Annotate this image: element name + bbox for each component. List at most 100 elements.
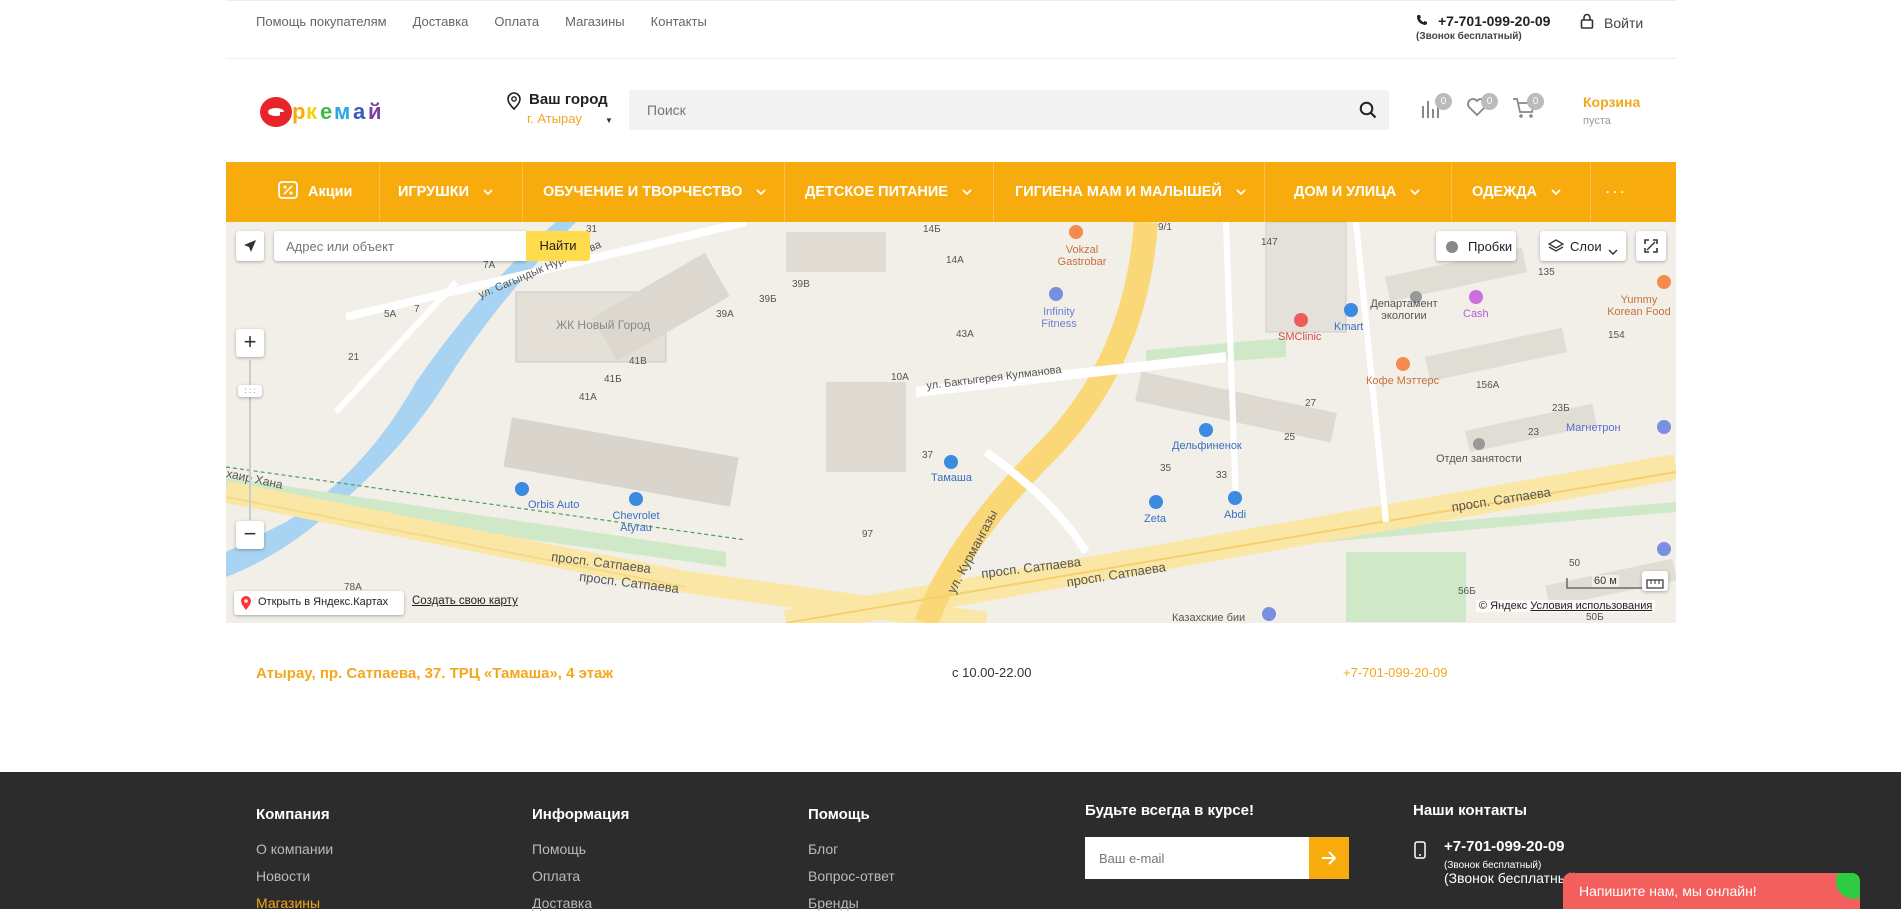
svg-text:к: к	[306, 99, 318, 124]
poi-label-kazakhskie[interactable]: Казахские бии	[1172, 612, 1245, 623]
city-value[interactable]: г. Атырау	[527, 111, 608, 126]
footer-heading: Будьте всегда в курсе!	[1085, 802, 1254, 819]
poi-label-tamasha[interactable]: Тамаша	[931, 472, 972, 484]
traffic-label: Пробки	[1468, 239, 1513, 254]
store-hours: с 10.00-22.00	[952, 665, 1032, 680]
nav-item-promo[interactable]: Акции	[278, 162, 352, 222]
favorites-button[interactable]: 0	[1466, 93, 1498, 122]
compare-icon	[1420, 101, 1442, 124]
city-label: Ваш город	[529, 91, 608, 108]
footer-phone[interactable]: +7-701-099-20-09	[1444, 838, 1565, 855]
footer-link-payment[interactable]: Оплата	[532, 868, 629, 884]
footer-link-about[interactable]: О компании	[256, 841, 333, 857]
footer-link-news[interactable]: Новости	[256, 868, 333, 884]
nav-more-button[interactable]: · · ·	[1606, 162, 1625, 222]
nav-divider	[379, 162, 380, 222]
footer-link-blog[interactable]: Блог	[808, 841, 895, 857]
house-number: 9/1	[1158, 222, 1172, 233]
store-map[interactable]: ЖК Новый Город ул. Сагындык Нургалиева у…	[226, 222, 1676, 623]
poi-label-chevrolet[interactable]: Chevrolet Atyrau	[606, 510, 666, 534]
nav-item-baby-food[interactable]: ДЕТСКОЕ ПИТАНИЕ	[805, 162, 972, 222]
footer-company: Компания О компании Новости Магазины	[256, 806, 333, 922]
chevron-down-icon	[1236, 187, 1246, 198]
cart-button[interactable]: 0	[1512, 93, 1544, 122]
poi-label-zeta[interactable]: Zeta	[1144, 513, 1166, 525]
subscribe-submit-button[interactable]	[1309, 837, 1349, 879]
map-terms-link[interactable]: Условия использования	[1530, 600, 1652, 612]
footer-link-faq[interactable]: Вопрос-ответ	[808, 868, 895, 884]
compare-button[interactable]: 0	[1420, 93, 1452, 124]
map-layers-button[interactable]: Слои	[1540, 231, 1626, 261]
site-logo[interactable]: р к е м а й	[258, 86, 388, 132]
chevron-down-icon: ▼	[605, 116, 613, 125]
link-help[interactable]: Помощь покупателям	[256, 14, 387, 29]
map-address-input[interactable]	[274, 231, 526, 261]
nav-item-label: ОБУЧЕНИЕ И ТВОРЧЕСТВО	[543, 184, 743, 200]
mobile-phone-icon	[1414, 841, 1426, 864]
map-canvas[interactable]	[226, 222, 1676, 623]
map-find-button[interactable]: Найти	[526, 231, 590, 261]
link-stores[interactable]: Магазины	[565, 14, 625, 29]
chevron-down-icon	[1608, 242, 1618, 260]
map-scale-label: 60 м	[1592, 575, 1619, 587]
nav-item-home[interactable]: ДОМ И УЛИЦА	[1294, 162, 1420, 222]
chevron-down-icon	[1551, 187, 1561, 198]
map-zoom-track[interactable]	[249, 360, 251, 520]
poi-label-infinity[interactable]: Infinity Fitness	[1034, 306, 1084, 330]
chevron-down-icon	[1410, 187, 1420, 198]
layers-label: Слои	[1570, 239, 1602, 254]
nav-item-clothes[interactable]: ОДЕЖДА	[1472, 162, 1561, 222]
nav-item-label: ДОМ И УЛИЦА	[1294, 184, 1397, 200]
house-number: 27	[1305, 398, 1317, 409]
map-ruler-button[interactable]	[1642, 571, 1668, 591]
poi-label-kmart[interactable]: Kmart	[1334, 321, 1363, 333]
chevron-down-icon	[962, 187, 972, 198]
city-selector[interactable]: Ваш город г. Атырау ▼	[505, 91, 613, 126]
open-in-yandex-button[interactable]: Открыть в Яндекс.Картах	[234, 591, 404, 615]
poi-label-yummy[interactable]: Yummy Korean Food	[1604, 294, 1674, 318]
poi-label-cash[interactable]: Cash	[1463, 308, 1489, 320]
footer-link-help[interactable]: Помощь	[532, 841, 629, 857]
map-copyright: © Яндекс Условия использования	[1476, 600, 1656, 612]
subscribe-email-input[interactable]	[1085, 837, 1338, 879]
map-zoom-in-button[interactable]: +	[236, 329, 264, 357]
house-number: 14А	[946, 255, 964, 266]
map-traffic-button[interactable]: Пробки	[1436, 231, 1516, 261]
top-phone: +7-701-099-20-09 (Звонок бесплатный)	[1416, 13, 1550, 42]
house-number: 41В	[629, 356, 647, 367]
map-locate-button[interactable]	[236, 231, 264, 261]
map-zoom-handle[interactable]: : : :	[238, 385, 262, 397]
expand-icon	[1644, 239, 1658, 258]
store-phone[interactable]: +7-701-099-20-09	[1343, 665, 1447, 680]
nav-item-toys[interactable]: ИГРУШКИ	[398, 162, 493, 222]
poi-label-orbis[interactable]: Orbis Auto	[528, 499, 579, 511]
poi-label-magnetron[interactable]: Магнетрон	[1566, 422, 1621, 434]
nav-item-label: ОДЕЖДА	[1472, 184, 1537, 200]
top-phone-number[interactable]: +7-701-099-20-09	[1438, 13, 1550, 29]
link-payment[interactable]: Оплата	[494, 14, 539, 29]
online-chat-button[interactable]: Напишите нам, мы онлайн!	[1563, 873, 1860, 909]
map-fullscreen-button[interactable]	[1636, 231, 1666, 261]
nav-item-learning[interactable]: ОБУЧЕНИЕ И ТВОРЧЕСТВО	[543, 162, 767, 222]
poi-label-departament[interactable]: Департамент экологии	[1364, 298, 1444, 322]
nav-item-hygiene[interactable]: ГИГИЕНА МАМ И МАЛЫШЕЙ	[1015, 162, 1246, 222]
poi-label-smclinic[interactable]: SMClinic	[1278, 331, 1321, 343]
login-link[interactable]: Войти	[1580, 13, 1643, 32]
search-icon[interactable]	[1359, 101, 1377, 124]
link-contacts[interactable]: Контакты	[651, 14, 707, 29]
house-number: 39А	[716, 309, 734, 320]
create-map-link[interactable]: Создать свою карту	[412, 595, 518, 607]
house-number: 50	[1569, 558, 1581, 569]
map-zoom-out-button[interactable]: −	[236, 521, 264, 549]
traffic-icon	[1445, 240, 1459, 259]
open-in-yandex-label: Открыть в Яндекс.Картах	[258, 596, 389, 608]
poi-label-abdi[interactable]: Abdi	[1224, 509, 1246, 521]
link-delivery[interactable]: Доставка	[413, 14, 469, 29]
poi-label-delfinenok[interactable]: Дельфиненок	[1172, 440, 1242, 452]
cart-summary[interactable]: Корзина пуста	[1583, 94, 1640, 127]
poi-label-otdel[interactable]: Отдел занятости	[1436, 453, 1522, 465]
poi-label-kofe[interactable]: Кофе Мэттерс	[1366, 375, 1439, 387]
search-input[interactable]	[629, 90, 1365, 130]
arrow-right-icon	[1321, 849, 1337, 869]
poi-label-vokzal[interactable]: Vokzal Gastrobar	[1052, 244, 1112, 268]
